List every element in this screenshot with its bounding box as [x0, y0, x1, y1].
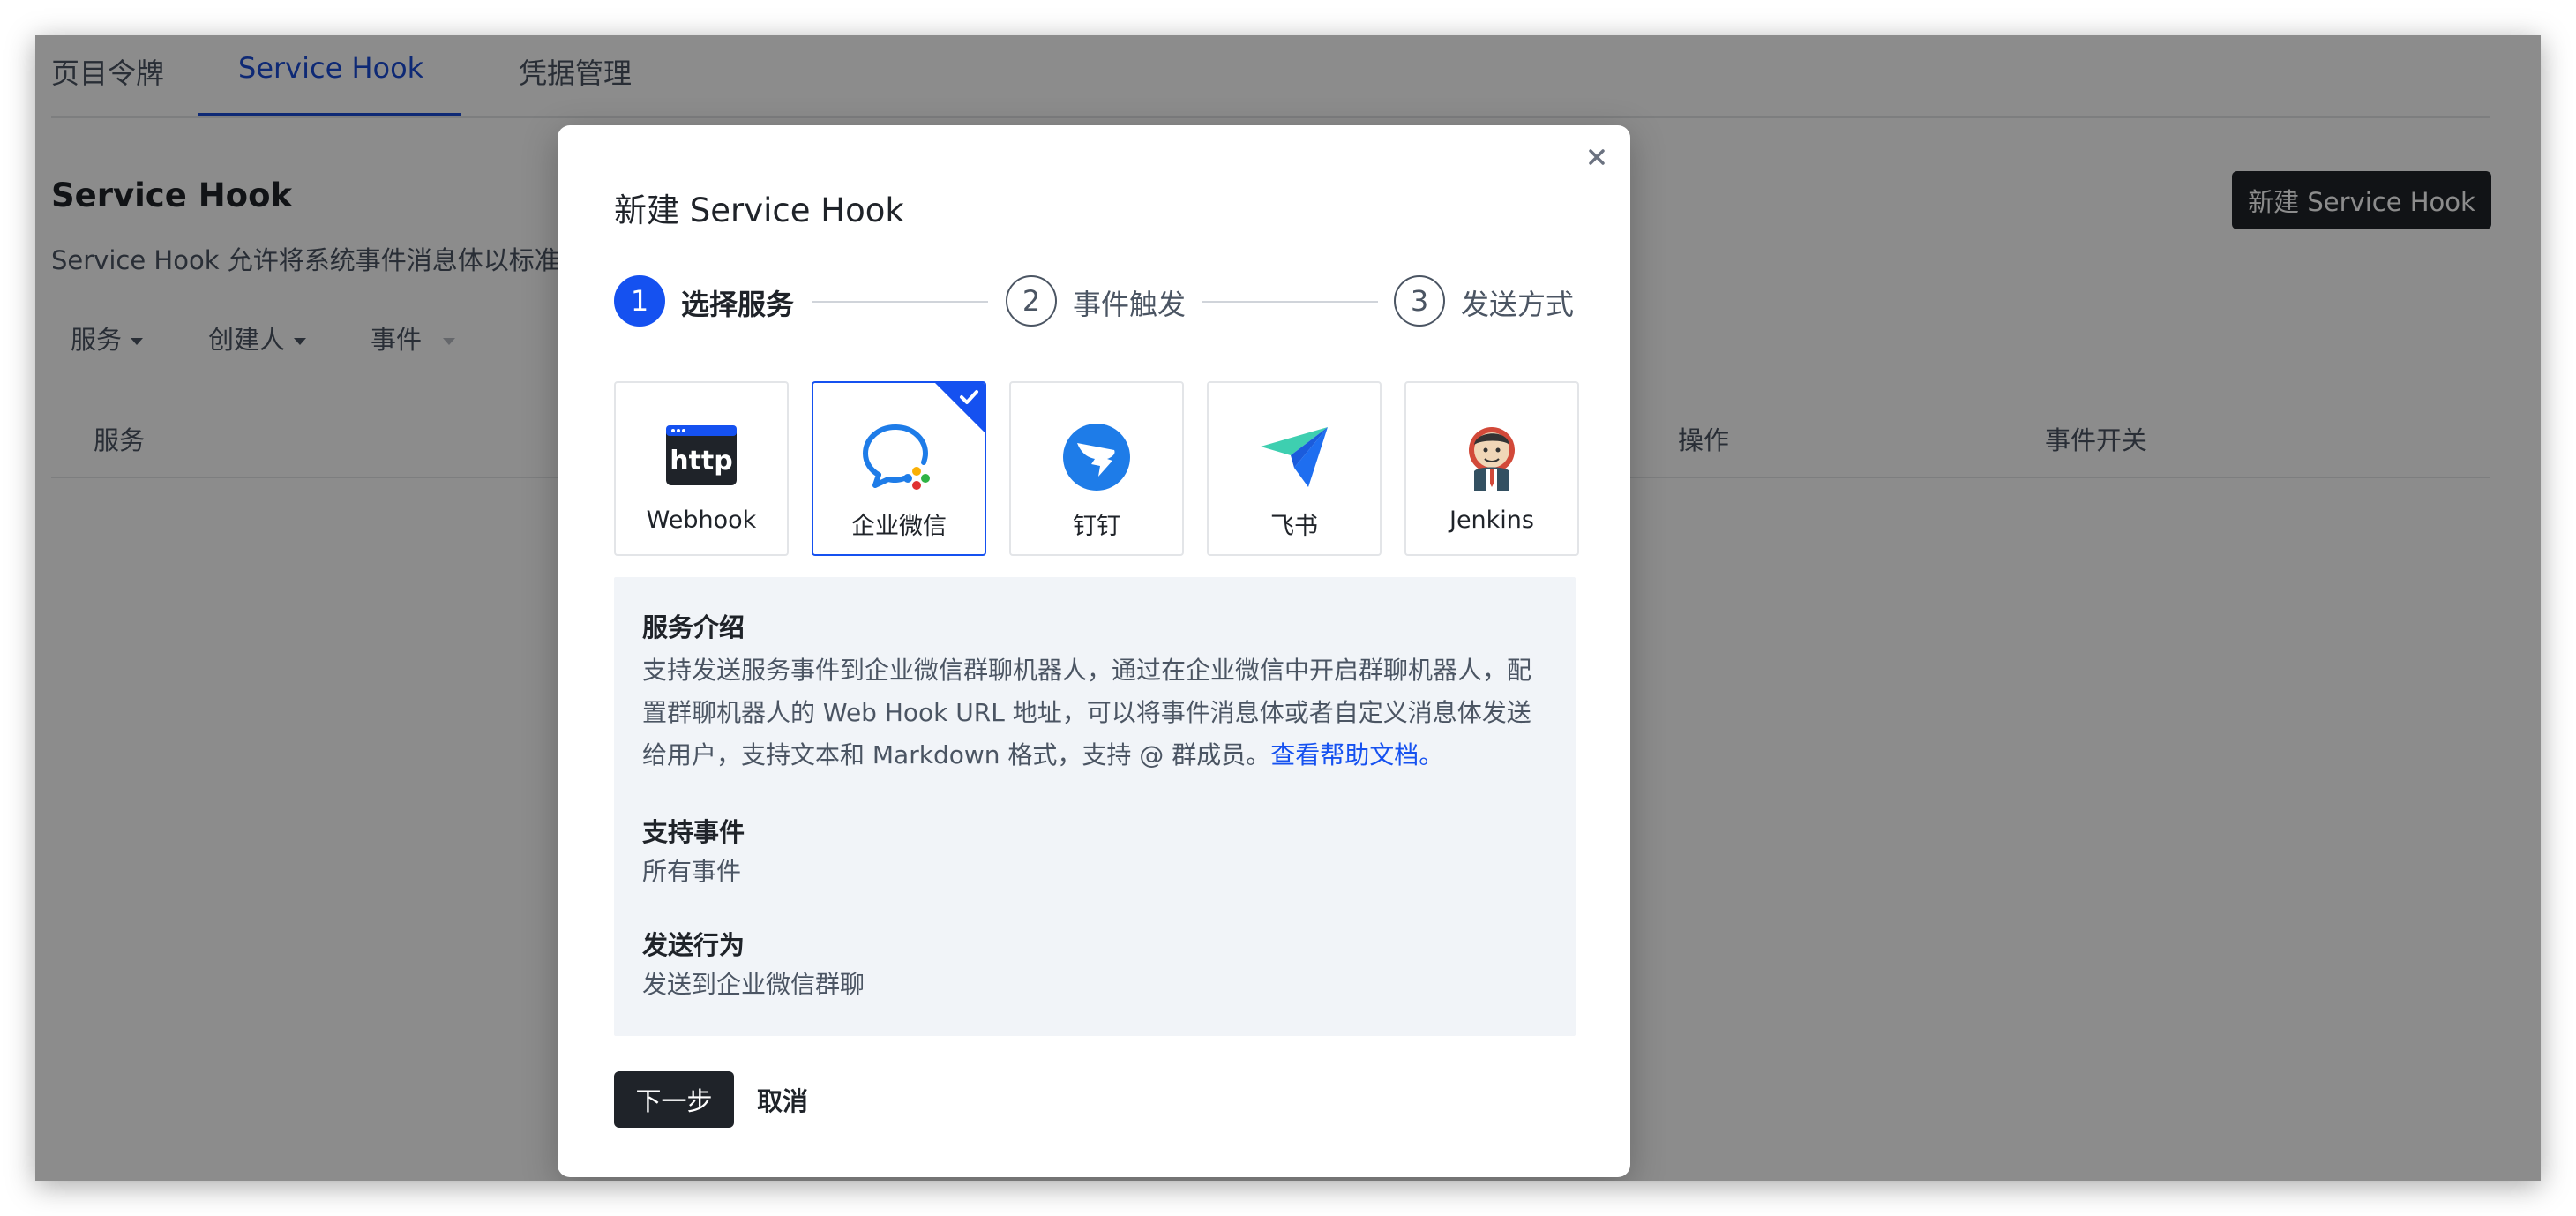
dingtalk-icon [1063, 424, 1130, 491]
service-card-label: Jenkins [1449, 507, 1534, 534]
step-connector [812, 301, 988, 303]
service-card-label: 飞书 [1270, 513, 1318, 540]
feishu-icon [1261, 427, 1328, 487]
step-3-circle: 3 [1394, 275, 1445, 327]
http-icon: http [666, 425, 737, 485]
send-action-title: 发送行为 [642, 930, 745, 960]
service-card-jenkins[interactable]: Jenkins [1404, 381, 1579, 556]
help-doc-link[interactable]: 查看帮助文档。 [1270, 740, 1443, 769]
cancel-button[interactable]: 取消 [757, 1071, 808, 1128]
step-1-circle: 1 [614, 275, 665, 327]
service-card-wecom[interactable]: 企业微信 [812, 381, 986, 556]
service-card-label: Webhook [646, 507, 757, 534]
service-card-feishu[interactable]: 飞书 [1207, 381, 1382, 556]
dialog-title: 新建 Service Hook [614, 191, 904, 229]
svg-text:http: http [670, 446, 733, 477]
step-2-circle: 2 [1006, 275, 1057, 327]
step-connector [1202, 301, 1378, 303]
step-1-label: 选择服务 [681, 288, 795, 321]
wecom-icon [863, 424, 930, 490]
service-card-dingtalk[interactable]: 钉钉 [1009, 381, 1184, 556]
service-intro-text: 支持发送服务事件到企业微信群聊机器人，通过在企业微信中开启群聊机器人，配置群聊机… [642, 649, 1551, 777]
supported-events-title: 支持事件 [642, 817, 745, 847]
service-intro-title: 服务介绍 [642, 612, 745, 642]
app-window: 页目令牌 Service Hook 凭据管理 Service Hook Serv… [35, 35, 2541, 1181]
service-card-label: 钉钉 [1073, 513, 1120, 540]
service-card-webhook[interactable]: http Webhook [614, 381, 789, 556]
service-card-label: 企业微信 [851, 513, 947, 540]
next-step-button[interactable]: 下一步 [614, 1071, 734, 1128]
step-3-label: 发送方式 [1461, 288, 1575, 321]
service-info-panel: 服务介绍 支持发送服务事件到企业微信群聊机器人，通过在企业微信中开启群聊机器人，… [614, 577, 1576, 1036]
jenkins-icon [1469, 427, 1515, 491]
send-action-value: 发送到企业微信群聊 [642, 970, 865, 999]
new-service-hook-dialog: 新建 Service Hook 1 选择服务 2 事件触发 3 发送方式 htt… [558, 125, 1630, 1177]
step-2-label: 事件触发 [1073, 288, 1187, 321]
selected-check-icon [935, 383, 985, 432]
close-icon[interactable] [1581, 141, 1613, 173]
supported-events-value: 所有事件 [642, 857, 742, 886]
